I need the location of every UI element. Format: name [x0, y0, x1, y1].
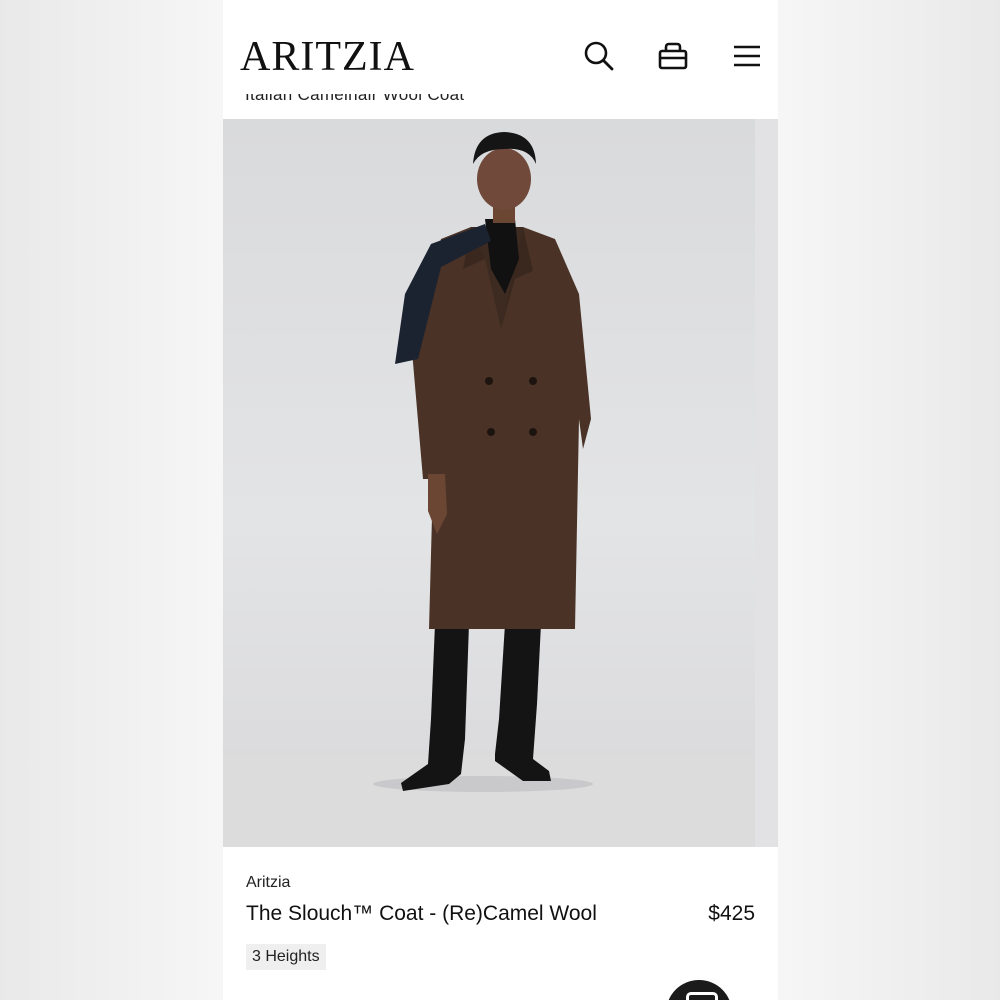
- product-price: $425: [708, 902, 755, 925]
- product-listing-screen: ARITZIA Italian Camelhair Wool Coat Arit…: [223, 0, 778, 1000]
- product-name[interactable]: The Slouch™ Coat - (Re)Camel Wool: [246, 902, 597, 926]
- product-image[interactable]: [223, 119, 755, 847]
- bag-icon[interactable]: [655, 38, 691, 74]
- chat-button[interactable]: [666, 980, 732, 1000]
- model-photo: [223, 132, 755, 847]
- menu-icon[interactable]: [729, 38, 765, 74]
- aritzia-logo[interactable]: ARITZIA: [240, 31, 415, 83]
- next-image-preview[interactable]: [755, 119, 778, 847]
- search-icon[interactable]: [581, 38, 617, 74]
- previous-product-title: Italian Camelhair Wool Coat: [245, 85, 465, 104]
- chat-icon: [686, 992, 718, 1000]
- site-header: ARITZIA Italian Camelhair Wool Coat: [223, 0, 778, 118]
- heights-badge: 3 Heights: [246, 944, 326, 970]
- product-brand: Aritzia: [246, 874, 291, 891]
